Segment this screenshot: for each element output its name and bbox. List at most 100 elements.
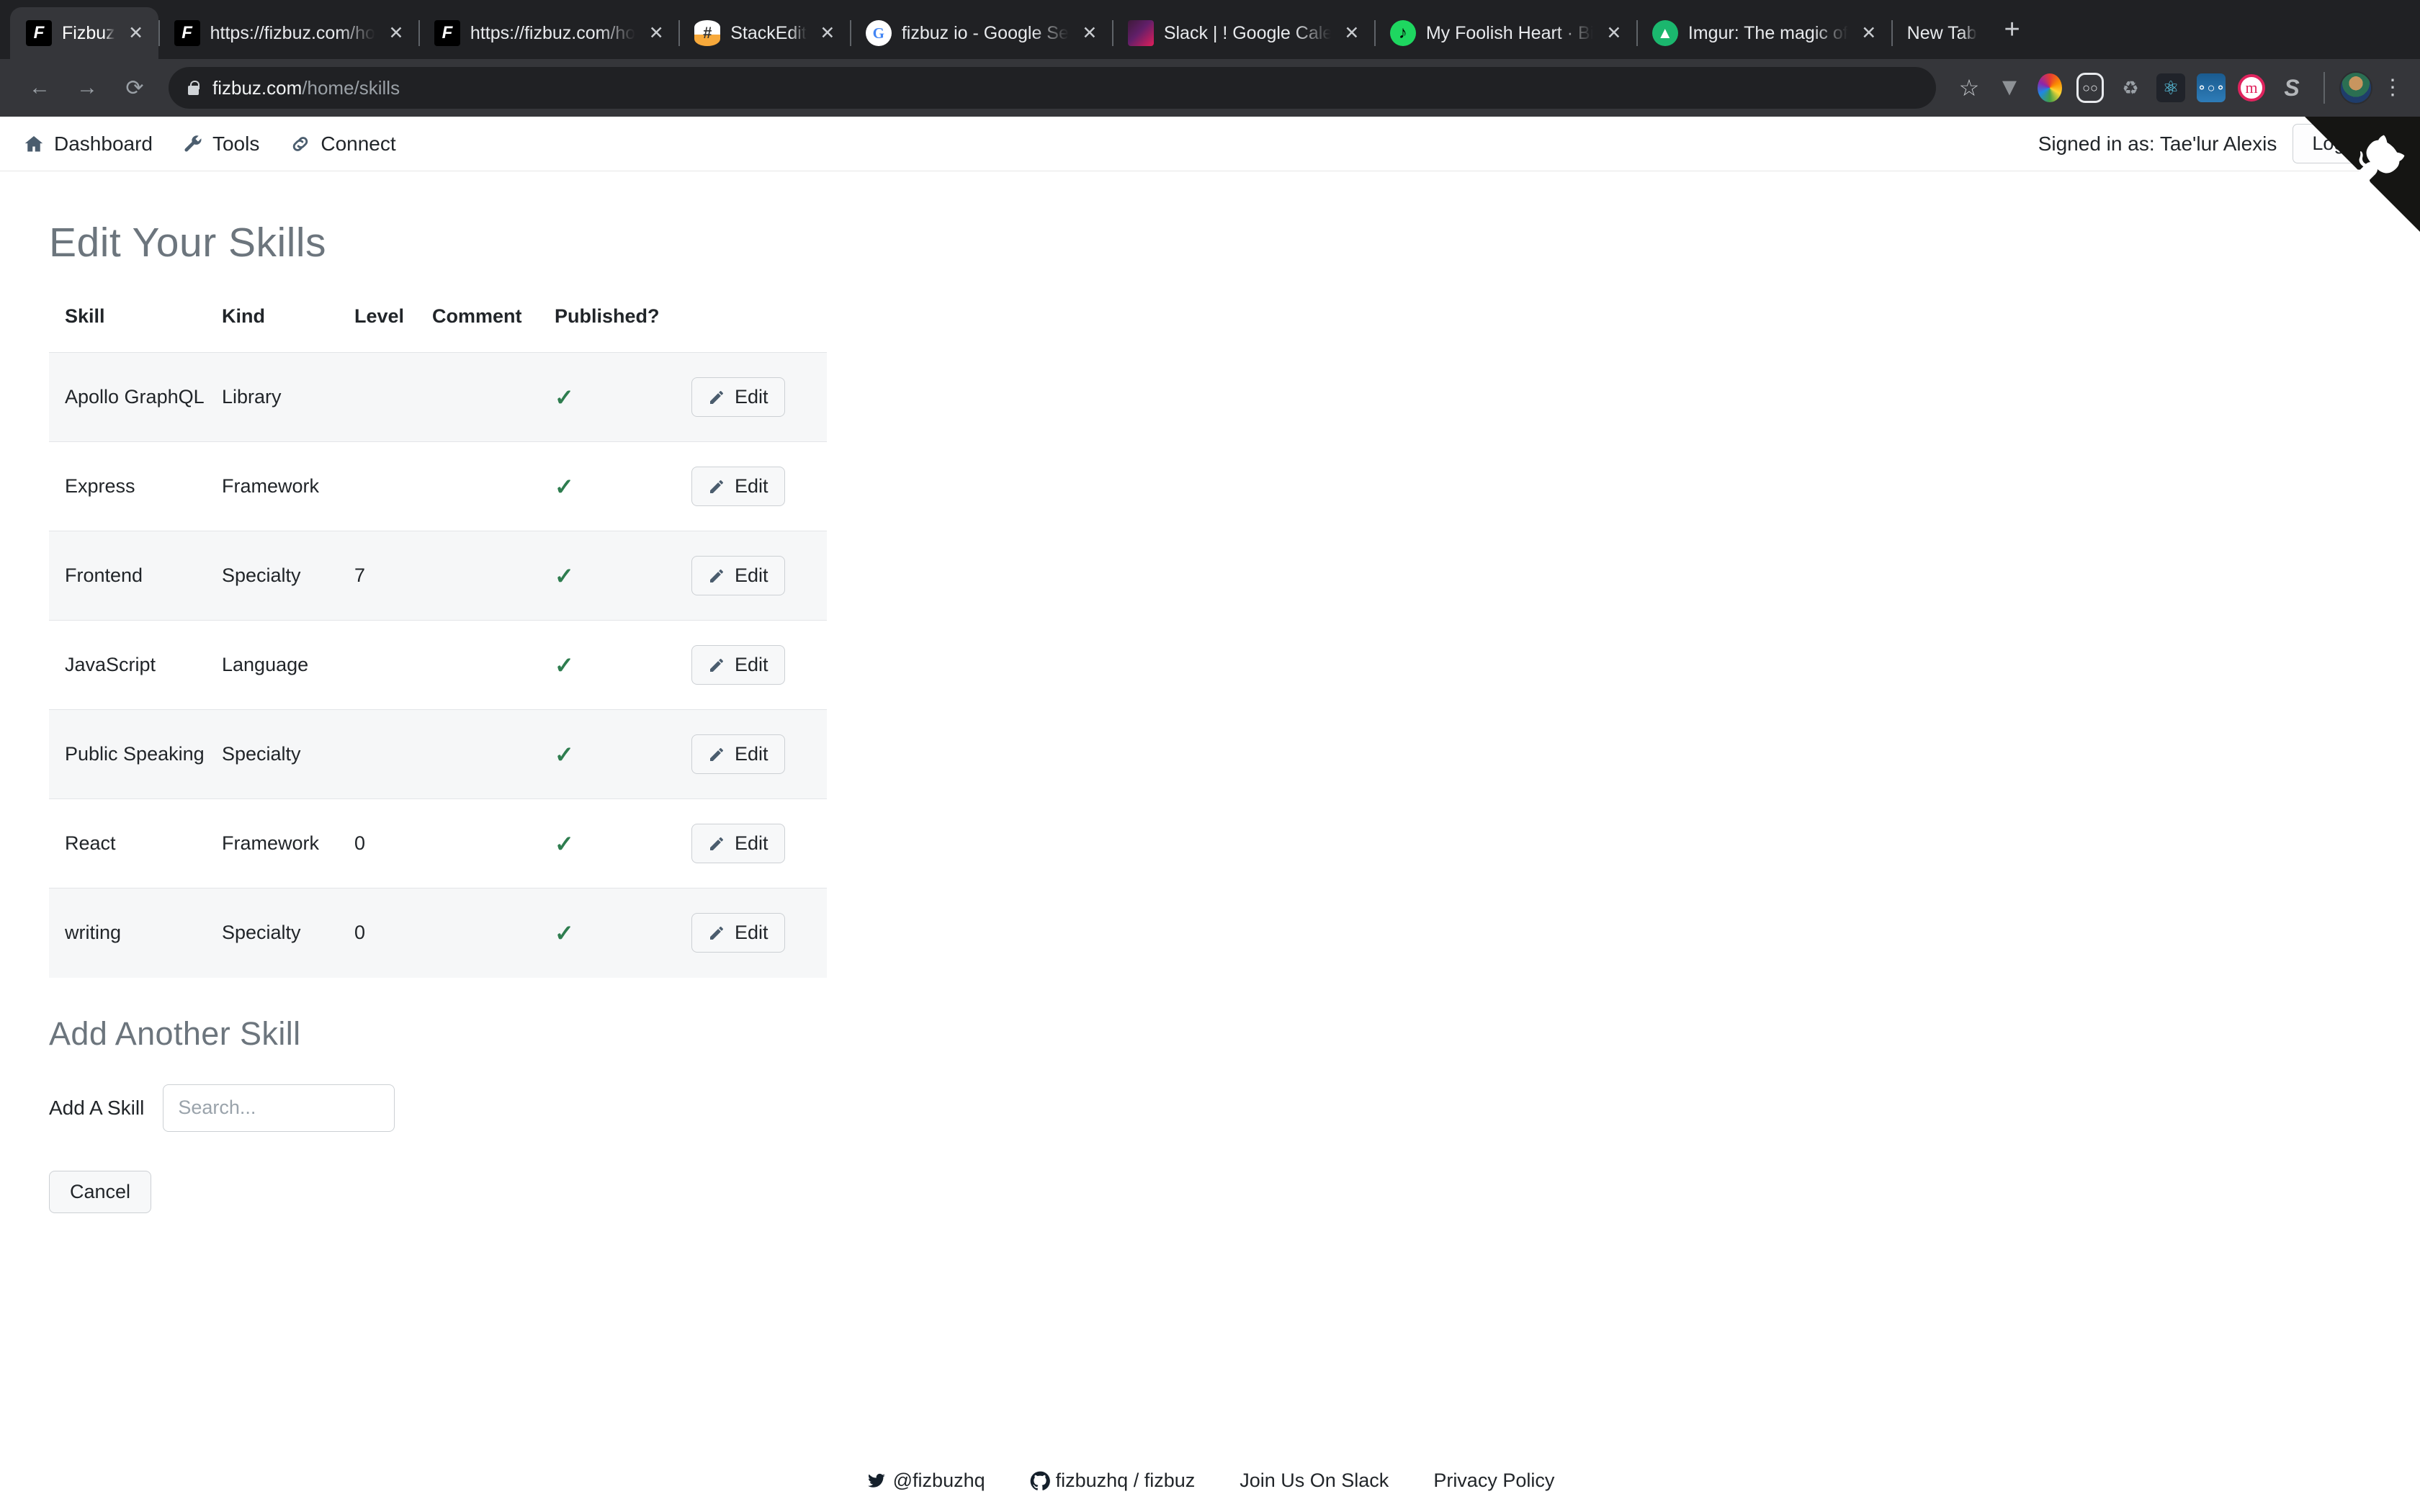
edit-button[interactable]: Edit — [691, 913, 785, 953]
color-picker-extension-icon[interactable] — [2033, 71, 2067, 105]
browser-tab-spotify[interactable]: ♪ My Foolish Heart · Bi ✕ — [1373, 7, 1636, 59]
react-devtools-icon[interactable]: ⚛ — [2154, 71, 2188, 105]
reload-icon[interactable]: ⟳ — [114, 67, 156, 109]
cell-kind: Framework — [222, 475, 320, 497]
navbar-links: Dashboard Tools Connect — [23, 132, 396, 156]
cancel-button[interactable]: Cancel — [49, 1170, 152, 1213]
skills-table-body: Apollo GraphQL Library ✓ Edit Express Fr… — [49, 352, 827, 978]
slack-icon — [1127, 20, 1154, 46]
footer-link-label: fizbuzhq / fizbuz — [1055, 1470, 1196, 1491]
published-check-icon: ✓ — [555, 562, 574, 589]
tab-close-icon[interactable]: ✕ — [125, 24, 147, 42]
kebab-menu-icon[interactable]: ⋮ — [2378, 77, 2407, 99]
pencil-icon — [708, 567, 725, 585]
tab-close-icon[interactable]: ✕ — [1341, 24, 1363, 42]
tab-separator — [849, 20, 851, 46]
page-title: Edit Your Skills — [49, 220, 327, 266]
browser-tab-google-search[interactable]: G fizbuz io - Google Se ✕ — [849, 7, 1112, 59]
cell-kind: Framework — [222, 832, 320, 854]
table-row: React Framework 0 ✓ Edit — [49, 798, 827, 888]
cell-kind: Specialty — [222, 743, 301, 765]
page-body: Edit Your Skills Skill Kind Level Commen… — [0, 171, 2420, 1213]
browser-tab-stackedit[interactable]: # StackEdit ✕ — [678, 7, 850, 59]
cell-skill: Frontend — [65, 564, 143, 586]
edit-button[interactable]: Edit — [691, 824, 785, 863]
edit-button[interactable]: Edit — [691, 556, 785, 595]
table-row: Frontend Specialty 7 ✓ Edit — [49, 531, 827, 621]
cell-level: 0 — [354, 922, 366, 944]
footer-link-privacy[interactable]: Privacy Policy — [1433, 1470, 1554, 1492]
back-icon[interactable]: ← — [19, 67, 60, 109]
browser-tab-slack[interactable]: Slack | ! Google Cale ✕ — [1111, 7, 1374, 59]
cell-level: 0 — [354, 832, 366, 854]
tab-close-icon[interactable]: ✕ — [817, 24, 838, 42]
column-header-actions — [691, 305, 827, 353]
github-octocat-icon[interactable] — [2305, 117, 2420, 232]
tab-title: fizbuz io - Google Se — [901, 22, 1069, 43]
mask-extension-icon[interactable]: ○○ — [2073, 71, 2107, 105]
recycle-extension-icon[interactable]: ♻ — [2113, 71, 2148, 105]
published-check-icon: ✓ — [555, 741, 574, 768]
cell-comment — [432, 710, 555, 799]
edit-button[interactable]: Edit — [691, 377, 785, 417]
browser-tab-fizbuz-2[interactable]: F https://fizbuz.com/ho ✕ — [158, 7, 418, 59]
tab-separator — [158, 20, 160, 46]
pencil-icon — [708, 478, 725, 495]
tab-title: https://fizbuz.com/ho — [470, 22, 636, 43]
add-skill-form-row: Add A Skill — [49, 1084, 2420, 1132]
browser-toolbar: ← → ⟳ fizbuz.com/home/skills ☆ ▼ ○○ ♻ ⚛ … — [0, 59, 2420, 117]
vue-extension-icon[interactable]: ▼ — [1992, 71, 2027, 105]
cell-comment — [432, 621, 555, 710]
browser-tab-fizbuz[interactable]: F Fizbuz ✕ — [10, 7, 158, 59]
url-path: /home/skills — [302, 76, 400, 99]
app-navbar: Dashboard Tools Connect Signed in as: Ta… — [0, 117, 2420, 171]
column-header-comment: Comment — [432, 305, 522, 327]
tab-close-icon[interactable]: ✕ — [645, 24, 667, 42]
cell-skill: Express — [65, 475, 135, 497]
github-icon — [1030, 1471, 1050, 1491]
bookmark-star-icon[interactable]: ☆ — [1952, 71, 1986, 105]
mendeley-extension-icon[interactable]: m — [2234, 71, 2269, 105]
spotify-icon: ♪ — [1389, 20, 1416, 46]
browser-tab-fizbuz-3[interactable]: F https://fizbuz.com/ho ✕ — [418, 7, 678, 59]
footer-link-twitter[interactable]: @fizbuzhq — [866, 1470, 985, 1492]
nextcloud-extension-icon[interactable]: ⚬○⚬ — [2194, 71, 2228, 105]
edit-button[interactable]: Edit — [691, 467, 785, 506]
edit-button[interactable]: Edit — [691, 734, 785, 774]
forward-icon[interactable]: → — [66, 67, 108, 109]
edit-button-label: Edit — [735, 654, 768, 675]
published-check-icon: ✓ — [555, 830, 574, 857]
cell-skill: JavaScript — [65, 654, 156, 675]
nav-item-label: Connect — [321, 132, 396, 155]
signed-in-text: Signed in as: Tae'lur Alexis — [2038, 132, 2277, 155]
tab-close-icon[interactable]: ✕ — [1603, 24, 1625, 42]
tab-separator — [1111, 20, 1113, 46]
tab-close-icon[interactable]: ✕ — [1079, 24, 1101, 42]
table-row: JavaScript Language ✓ Edit — [49, 620, 827, 710]
edit-button[interactable]: Edit — [691, 645, 785, 685]
tab-title: My Foolish Heart · Bi — [1425, 22, 1593, 43]
skype-extension-icon[interactable]: S — [2275, 71, 2309, 105]
footer-link-github[interactable]: fizbuzhq / fizbuz — [1030, 1470, 1196, 1492]
avatar[interactable] — [2339, 71, 2372, 104]
add-skill-search-input[interactable] — [163, 1084, 395, 1132]
cell-level — [354, 442, 432, 531]
nav-item-connect[interactable]: Connect — [290, 132, 396, 156]
cell-level — [354, 353, 432, 442]
footer-link-slack[interactable]: Join Us On Slack — [1240, 1470, 1389, 1492]
cell-comment — [432, 531, 555, 621]
nav-item-tools[interactable]: Tools — [183, 132, 259, 156]
browser-tab-new-tab[interactable]: New Tab — [1891, 7, 1989, 59]
cell-kind: Language — [222, 654, 309, 675]
new-tab-button[interactable]: + — [2004, 16, 2020, 43]
browser-tab-imgur[interactable]: ▲ Imgur: The magic of ✕ — [1636, 7, 1891, 59]
address-bar-url: fizbuz.com/home/skills — [212, 77, 400, 99]
tab-close-icon[interactable]: ✕ — [385, 24, 407, 42]
link-icon — [290, 134, 311, 154]
address-bar[interactable]: fizbuz.com/home/skills — [169, 67, 1936, 109]
nav-item-dashboard[interactable]: Dashboard — [23, 132, 153, 156]
cell-level: 7 — [354, 564, 366, 586]
tab-close-icon[interactable]: ✕ — [1858, 24, 1880, 42]
tab-strip: F Fizbuz ✕ F https://fizbuz.com/ho ✕ F h… — [0, 0, 2420, 59]
imgur-icon: ▲ — [1652, 20, 1678, 46]
